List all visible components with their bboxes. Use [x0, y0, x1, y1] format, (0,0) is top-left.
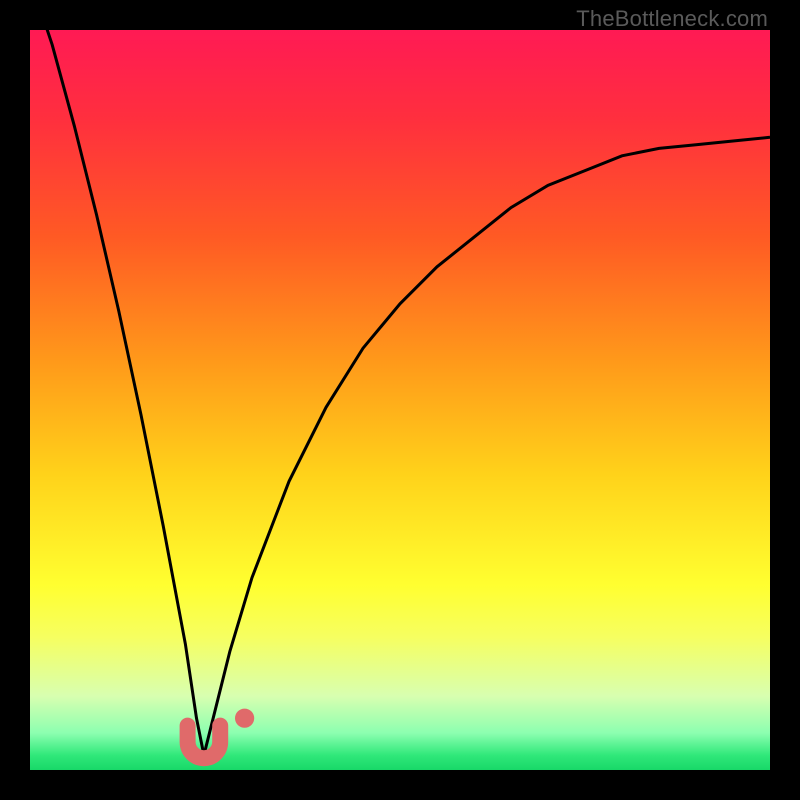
plot-area [30, 30, 770, 770]
bottleneck-curve [30, 30, 770, 770]
outer-frame: TheBottleneck.com [0, 0, 800, 800]
watermark-text: TheBottleneck.com [576, 6, 768, 32]
optimal-marker-arc [188, 726, 221, 759]
near-optimal-marker-dot [235, 709, 254, 728]
